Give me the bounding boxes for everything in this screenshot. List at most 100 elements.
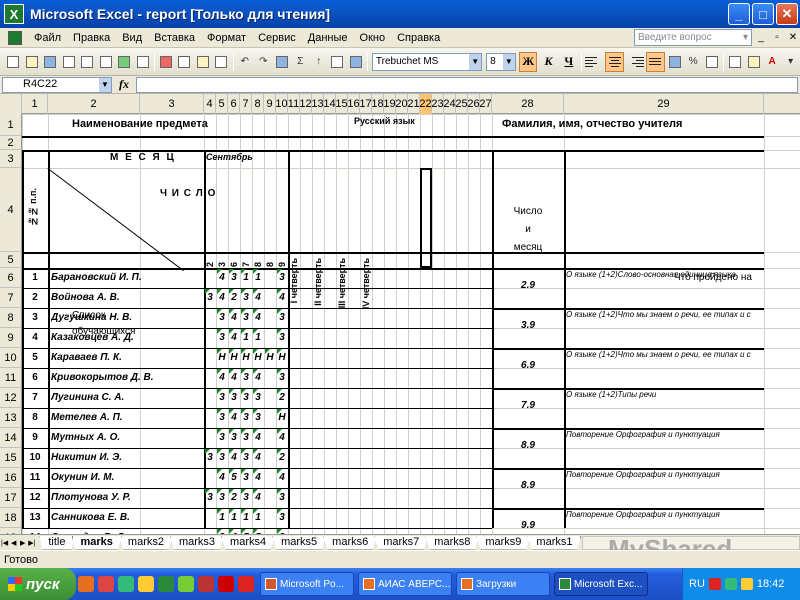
chevron-down-icon[interactable]: ▼: [99, 77, 111, 92]
date-value[interactable]: 6.9: [492, 360, 564, 371]
sort-ascending-icon[interactable]: ↑: [311, 53, 327, 71]
last-sheet-icon[interactable]: ▶|: [27, 539, 36, 547]
workbook-icon[interactable]: [8, 30, 22, 45]
start-button[interactable]: пуск: [0, 568, 76, 600]
column-header[interactable]: 12: [299, 94, 312, 114]
column-header[interactable]: 7: [240, 94, 252, 114]
function-icon[interactable]: fx: [112, 77, 136, 92]
row-header[interactable]: 3: [0, 150, 22, 168]
date-value[interactable]: 7.9: [492, 400, 564, 411]
row-header[interactable]: 2: [0, 136, 22, 150]
row-header[interactable]: 9: [0, 328, 22, 348]
column-header[interactable]: 29: [564, 94, 764, 114]
help-icon[interactable]: [347, 53, 363, 71]
topic-text[interactable]: О языке (1+2)Что мы знаем о речи, ее тип…: [566, 350, 764, 359]
align-right-icon[interactable]: [626, 52, 645, 72]
doc-close-icon[interactable]: ✕: [786, 32, 800, 43]
column-header[interactable]: 19: [383, 94, 396, 114]
spelling-icon[interactable]: [116, 53, 132, 71]
column-header[interactable]: 27: [479, 94, 492, 114]
print-preview-icon[interactable]: [97, 53, 113, 71]
topic-text[interactable]: Повторение Орфография и пунктуация: [566, 470, 764, 479]
menu-insert[interactable]: Вставка: [148, 32, 201, 44]
first-sheet-icon[interactable]: |◀: [0, 539, 9, 547]
media-player-icon[interactable]: [198, 576, 214, 592]
column-header[interactable]: 1: [22, 94, 48, 114]
task-aias[interactable]: АИАС АВЕРС...: [358, 572, 452, 596]
copy-icon[interactable]: [176, 53, 192, 71]
column-header[interactable]: 14: [323, 94, 336, 114]
italic-button[interactable]: К: [539, 52, 557, 72]
row-header[interactable]: 11: [0, 368, 22, 388]
row-header[interactable]: 15: [0, 448, 22, 468]
next-sheet-icon[interactable]: ▶: [18, 539, 27, 547]
tab-marks6[interactable]: marks6: [323, 535, 378, 550]
cut-icon[interactable]: [158, 53, 174, 71]
align-center-icon[interactable]: [605, 51, 624, 72]
row-header[interactable]: 4: [0, 168, 22, 252]
row-header[interactable]: 10: [0, 348, 22, 368]
topic-text[interactable]: О языке (1+2)Типы речи: [566, 390, 764, 399]
font-select[interactable]: Trebuchet MS ▼: [371, 52, 483, 71]
column-header[interactable]: 18: [371, 94, 384, 114]
chart-wizard-icon[interactable]: [329, 53, 345, 71]
print-icon[interactable]: [79, 53, 95, 71]
row-header[interactable]: 14: [0, 428, 22, 448]
open-folder-icon[interactable]: [23, 53, 39, 71]
font-size-select[interactable]: 8 ▼: [486, 52, 516, 71]
adobe-icon[interactable]: [218, 576, 234, 592]
folder-icon[interactable]: [138, 576, 154, 592]
column-header[interactable]: 9: [264, 94, 276, 114]
close-button[interactable]: ✕: [776, 3, 798, 25]
tab-marks8[interactable]: marks8: [425, 535, 480, 550]
date-value[interactable]: 3.9: [492, 320, 564, 331]
font-color-icon[interactable]: A: [764, 53, 780, 71]
topic-text[interactable]: О языке (1+2)Что мы знаем о речи, ее тип…: [566, 310, 764, 319]
antivirus-icon[interactable]: [708, 578, 721, 590]
column-header[interactable]: 21: [407, 94, 420, 114]
column-header[interactable]: 4: [204, 94, 216, 114]
row-header[interactable]: 16: [0, 468, 22, 488]
menu-tools[interactable]: Сервис: [252, 32, 302, 44]
menu-data[interactable]: Данные: [302, 32, 354, 44]
column-header[interactable]: 8: [252, 94, 264, 114]
row-header[interactable]: 7: [0, 288, 22, 308]
tab-marks1[interactable]: marks1: [527, 535, 582, 550]
column-header[interactable]: 22: [419, 94, 432, 114]
date-value[interactable]: 8.9: [492, 440, 564, 451]
column-header[interactable]: 28: [492, 94, 564, 114]
column-header[interactable]: 15: [335, 94, 348, 114]
tab-marks2[interactable]: marks2: [118, 535, 173, 550]
maximize-button[interactable]: □: [752, 3, 774, 25]
spreadsheet-grid[interactable]: 1 2 3 4 5 6 7 8 9 10 11 12 13 14 15 16 17 18 19 20 21 22 23 24 2…: [0, 94, 800, 534]
menu-edit[interactable]: Правка: [67, 32, 116, 44]
new-file-icon[interactable]: [5, 53, 21, 71]
row-header[interactable]: 12: [0, 388, 22, 408]
tab-marks5[interactable]: marks5: [272, 535, 327, 550]
doc-minimize-icon[interactable]: _: [754, 32, 768, 43]
column-header[interactable]: 24: [443, 94, 456, 114]
selected-cell[interactable]: [420, 168, 432, 268]
menu-format[interactable]: Формат: [201, 32, 252, 44]
undo-icon[interactable]: ↶: [237, 53, 253, 71]
row-header[interactable]: 6: [0, 268, 22, 288]
row-header[interactable]: 17: [0, 488, 22, 508]
borders-icon[interactable]: [727, 53, 743, 71]
merge-center-icon[interactable]: [646, 51, 665, 72]
column-header[interactable]: 2: [48, 94, 140, 114]
row-header[interactable]: 1: [0, 114, 22, 136]
fill-color-icon[interactable]: [745, 53, 761, 71]
save-icon[interactable]: [42, 53, 58, 71]
menu-help[interactable]: Справка: [391, 32, 446, 44]
redo-icon[interactable]: ↷: [255, 53, 271, 71]
formula-input[interactable]: [136, 76, 798, 93]
hyperlink-icon[interactable]: [274, 53, 290, 71]
network-icon[interactable]: [724, 578, 737, 590]
column-header[interactable]: 16: [347, 94, 360, 114]
opera-alt-icon[interactable]: [238, 576, 254, 592]
underline-button[interactable]: Ч: [560, 52, 578, 72]
language-indicator[interactable]: RU: [689, 578, 705, 590]
doc-restore-icon[interactable]: ▫: [770, 32, 784, 43]
tab-marks3[interactable]: marks3: [169, 535, 225, 550]
topic-text[interactable]: Повторение Орфография и пунктуация: [566, 430, 764, 439]
